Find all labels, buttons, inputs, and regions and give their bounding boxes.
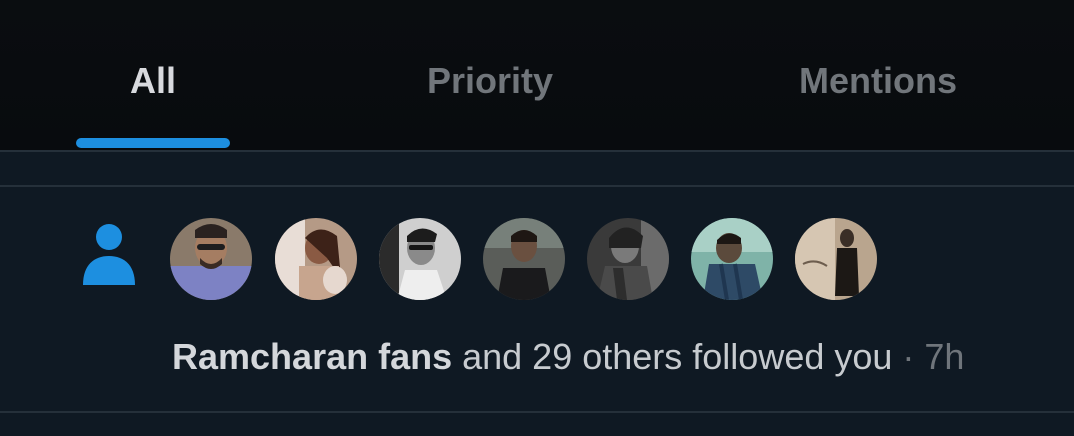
avatar[interactable] bbox=[795, 218, 877, 300]
notification-message: and 29 others followed you bbox=[452, 336, 893, 377]
notifications-tab-bar: All Priority Mentions bbox=[0, 0, 1074, 150]
meta-separator: · bbox=[892, 336, 925, 377]
active-tab-indicator bbox=[76, 138, 230, 148]
notifications-page: All Priority Mentions Ramcharan fans and… bbox=[0, 0, 1074, 436]
avatar[interactable] bbox=[587, 218, 669, 300]
avatar[interactable] bbox=[379, 218, 461, 300]
notification-timestamp: 7h bbox=[924, 336, 965, 377]
tab-priority[interactable]: Priority bbox=[390, 58, 590, 104]
avatar[interactable] bbox=[691, 218, 773, 300]
person-icon bbox=[83, 224, 135, 285]
tab-all[interactable]: All bbox=[76, 58, 230, 104]
avatar[interactable] bbox=[483, 218, 565, 300]
avatar[interactable] bbox=[275, 218, 357, 300]
notification-item-follow[interactable]: Ramcharan fans and 29 others followed yo… bbox=[0, 187, 1074, 411]
tab-bar-divider bbox=[0, 150, 1074, 152]
list-bottom-divider bbox=[0, 411, 1074, 413]
actor-name-link[interactable]: Ramcharan fans bbox=[172, 336, 452, 377]
tab-mentions[interactable]: Mentions bbox=[760, 58, 996, 104]
avatar[interactable] bbox=[170, 218, 252, 300]
notification-text: Ramcharan fans and 29 others followed yo… bbox=[172, 335, 964, 379]
